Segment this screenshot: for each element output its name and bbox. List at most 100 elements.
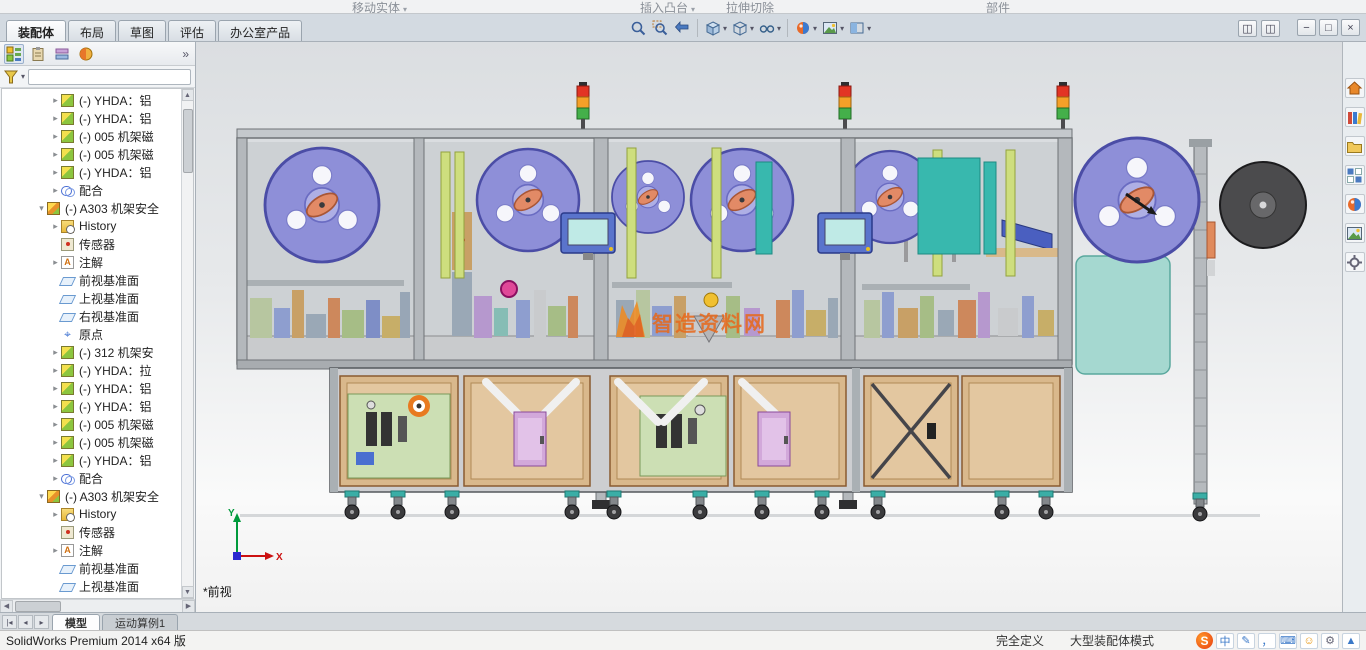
tree-item[interactable]: ▸ 配合 (2, 181, 181, 199)
tree-expand-arrow[interactable]: ▸ (50, 509, 61, 520)
tree-item[interactable]: 传感器 (2, 235, 181, 253)
tree-vertical-scrollbar[interactable]: ▲ ▼ (181, 89, 193, 598)
chinese-mode-icon[interactable]: 中 (1216, 633, 1234, 649)
toolbar-item[interactable]: 移动实体▾ (352, 0, 407, 14)
sogou-icon[interactable]: S (1196, 632, 1213, 649)
tab-layout[interactable]: 布局 (68, 20, 116, 41)
tree-expand-arrow[interactable]: ▾ (36, 491, 47, 502)
tree-expand-arrow[interactable]: ▸ (50, 545, 61, 556)
emoji-icon[interactable]: ☺ (1300, 633, 1318, 649)
tree-item[interactable]: ▾ (-) A303 机架安全 (2, 487, 181, 505)
tree-expand-arrow[interactable]: ▸ (50, 455, 61, 466)
chevron-down-icon[interactable]: ▾ (813, 24, 817, 33)
toolbar-item[interactable]: 拉伸切除 (726, 0, 774, 14)
zoom-area-icon[interactable] (650, 18, 670, 38)
tree-expand-arrow[interactable]: ▸ (50, 185, 61, 196)
tree-expand-arrow[interactable]: ▸ (50, 437, 61, 448)
scroll-up-icon[interactable]: ▲ (182, 89, 194, 101)
tree-item[interactable]: ▸ (-) 005 机架磁 (2, 433, 181, 451)
collapse-icon[interactable]: ▲ (1342, 633, 1360, 649)
tree-item[interactable]: 前视基准面 (2, 559, 181, 577)
tree-item[interactable]: ▸ (-) YHDA：拉 (2, 361, 181, 379)
filter-funnel-icon[interactable] (4, 70, 18, 84)
scroll-left-icon[interactable]: ◀ (0, 600, 13, 613)
tab-sketch[interactable]: 草图 (118, 20, 166, 41)
tree-item[interactable]: ▸ (-) 005 机架磁 (2, 127, 181, 145)
configurationmanager-icon[interactable] (52, 44, 72, 64)
pen-icon[interactable]: ✎ (1237, 633, 1255, 649)
sheet-nav-prev[interactable]: ◂ (18, 615, 33, 629)
tree-item[interactable]: ▸ (-) 312 机架安 (2, 343, 181, 361)
tree-item[interactable]: 上视基准面 (2, 577, 181, 595)
sheet-nav-first[interactable]: |◂ (2, 615, 17, 629)
chevron-down-icon[interactable]: ▾ (723, 24, 727, 33)
tree-item[interactable]: ▸ (-) YHDA：铝 (2, 109, 181, 127)
previous-view-icon[interactable] (672, 18, 692, 38)
tree-expand-arrow[interactable]: ▸ (50, 167, 61, 178)
scenes-icon[interactable] (1345, 223, 1365, 243)
tree-item[interactable]: ▸ (-) 005 机架磁 (2, 415, 181, 433)
zoom-fit-icon[interactable] (628, 18, 648, 38)
tree-expand-arrow[interactable]: ▸ (50, 419, 61, 430)
chevron-down-icon[interactable]: ▾ (750, 24, 754, 33)
tree-expand-arrow[interactable]: ▸ (50, 383, 61, 394)
display-style-icon[interactable] (730, 18, 750, 38)
displaymanager-icon[interactable] (76, 44, 96, 64)
split-pane-left-icon[interactable]: ◫ (1238, 20, 1257, 37)
tab-office-products[interactable]: 办公室产品 (218, 20, 302, 41)
hide-show-items-icon[interactable] (757, 18, 777, 38)
tree-item[interactable]: ▸ 配合 (2, 469, 181, 487)
view-palette-icon[interactable] (1345, 165, 1365, 185)
keyboard-icon[interactable]: ⌨ (1279, 633, 1297, 649)
tree-item[interactable]: ▾ (-) A303 机架安全 (2, 199, 181, 217)
appearances-icon[interactable] (1345, 194, 1365, 214)
chevron-down-icon[interactable]: ▾ (777, 24, 781, 33)
chevron-down-icon[interactable]: ▾ (21, 72, 25, 81)
panel-expand-chevrons[interactable]: » (182, 47, 191, 61)
view-orientation-icon[interactable] (703, 18, 723, 38)
close-button[interactable]: × (1341, 19, 1360, 36)
scrollbar-thumb[interactable] (183, 109, 193, 173)
toolbar-item[interactable]: 部件 (986, 0, 1010, 14)
toolbar-item[interactable]: 插入凸台▾ (640, 0, 695, 14)
tab-model[interactable]: 模型 (52, 614, 100, 630)
tree-item[interactable]: 上视基准面 (2, 289, 181, 307)
scroll-down-icon[interactable]: ▼ (182, 586, 194, 598)
tree-item[interactable]: 传感器 (2, 523, 181, 541)
graphics-area[interactable]: 智造资料网 Y X *前视 (196, 42, 1342, 612)
tree-expand-arrow[interactable]: ▸ (50, 131, 61, 142)
sheet-nav-next[interactable]: ▸ (34, 615, 49, 629)
minimize-button[interactable]: − (1297, 19, 1316, 36)
tree-item[interactable]: ▸ (-) YHDA：铝 (2, 379, 181, 397)
tree-expand-arrow[interactable]: ▸ (50, 95, 61, 106)
tree-item[interactable]: ▸ 注解 (2, 541, 181, 559)
punctuation-icon[interactable]: ， (1258, 633, 1276, 649)
restore-button[interactable]: □ (1319, 19, 1338, 36)
tree-expand-arrow[interactable]: ▸ (50, 347, 61, 358)
tree-item[interactable]: 前视基准面 (2, 271, 181, 289)
custom-properties-icon[interactable] (1345, 252, 1365, 272)
tree-item[interactable]: ▸ (-) YHDA：铝 (2, 397, 181, 415)
tree-item[interactable]: ▸ (-) YHDA：铝 (2, 451, 181, 469)
tab-evaluate[interactable]: 评估 (168, 20, 216, 41)
tree-item[interactable]: 右视基准面 (2, 307, 181, 325)
apply-scene-icon[interactable] (820, 18, 840, 38)
tree-expand-arrow[interactable]: ▸ (50, 401, 61, 412)
propertymanager-icon[interactable] (28, 44, 48, 64)
tree-expand-arrow[interactable]: ▸ (50, 221, 61, 232)
file-explorer-icon[interactable] (1345, 136, 1365, 156)
scrollbar-thumb[interactable] (15, 601, 61, 612)
edit-appearance-icon[interactable] (793, 18, 813, 38)
tree-expand-arrow[interactable]: ▸ (50, 149, 61, 160)
tree-item[interactable]: 原点 (2, 325, 181, 343)
tree-item[interactable]: ▸ (-) 005 机架磁 (2, 145, 181, 163)
tree-expand-arrow[interactable]: ▸ (50, 257, 61, 268)
tree-expand-arrow[interactable]: ▸ (50, 365, 61, 376)
split-pane-right-icon[interactable]: ◫ (1261, 20, 1280, 37)
tab-motion-study-1[interactable]: 运动算例1 (102, 614, 178, 630)
scroll-right-icon[interactable]: ▶ (182, 600, 195, 613)
section-view-icon[interactable] (847, 18, 867, 38)
tree-item[interactable]: ▸ History (2, 217, 181, 235)
solidworks-resources-icon[interactable] (1345, 78, 1365, 98)
tree-item[interactable]: ▸ (-) YHDA：铝 (2, 163, 181, 181)
